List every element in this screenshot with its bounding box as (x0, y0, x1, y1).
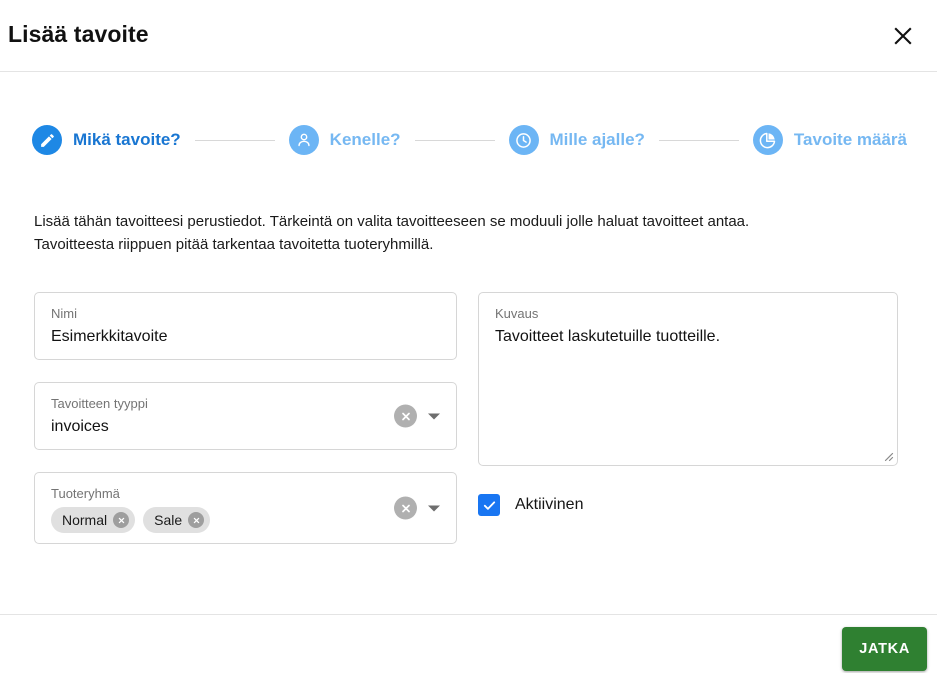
goal-type-actions (394, 404, 442, 428)
goal-type-label: Tavoitteen tyyppi (51, 396, 148, 411)
add-goal-dialog: Lisää tavoite Mikä tavoite? Kenelle? Mil… (0, 0, 937, 673)
page-title: Lisää tavoite (8, 21, 149, 47)
name-input[interactable]: Esimerkkitavoite (51, 325, 440, 349)
name-field-label: Nimi (51, 306, 77, 321)
chevron-down-icon[interactable] (426, 500, 442, 516)
goal-type-field[interactable]: Tavoitteen tyyppi invoices (34, 382, 457, 450)
active-checkbox-row[interactable]: Aktiivinen (478, 494, 583, 516)
goal-type-value[interactable]: invoices (51, 415, 440, 439)
product-group-field[interactable]: Tuoteryhmä Normal Sale (34, 472, 457, 544)
product-group-label: Tuoteryhmä (51, 486, 120, 501)
step-connector-3 (658, 139, 739, 141)
close-button[interactable] (882, 15, 924, 57)
chip-sale[interactable]: Sale (143, 507, 211, 533)
clear-circle-icon[interactable] (394, 496, 417, 520)
person-icon (288, 125, 319, 155)
resize-grip-icon[interactable] (880, 448, 894, 462)
close-icon (892, 25, 914, 47)
dialog-footer: JATKA (0, 614, 937, 673)
description-line-2: Tavoitteesta riippuen pitää tarkentaa ta… (34, 236, 434, 253)
chip-remove-icon[interactable] (113, 512, 130, 528)
description-line-1: Lisää tähän tavoitteesi perustiedot. Tär… (34, 213, 750, 230)
step-label-goal-amount: Tavoite määrä (793, 130, 907, 149)
chip-sale-label: Sale (154, 512, 183, 528)
step-for-when[interactable]: Mille ajalle? (508, 125, 645, 155)
product-group-actions (394, 496, 442, 520)
step-for-whom[interactable]: Kenelle? (288, 125, 401, 155)
checkmark-icon (482, 498, 497, 513)
chip-remove-icon[interactable] (188, 512, 205, 528)
chip-normal-label: Normal (62, 512, 108, 528)
description-field[interactable]: Kuvaus Tavoitteet laskutetuille tuotteil… (478, 292, 898, 466)
stepper: Mikä tavoite? Kenelle? Mille ajalle? Tav… (0, 100, 937, 180)
pencil-icon (32, 125, 62, 155)
clock-icon (508, 125, 539, 155)
step-goal-amount[interactable]: Tavoite määrä (752, 125, 907, 155)
continue-button[interactable]: JATKA (842, 627, 927, 671)
step-what-goal[interactable]: Mikä tavoite? (32, 125, 181, 155)
chip-normal[interactable]: Normal (51, 507, 136, 533)
active-checkbox[interactable] (478, 494, 500, 516)
dialog-header: Lisää tavoite (0, 0, 937, 72)
step-label-for-when: Mille ajalle? (549, 130, 645, 149)
description-textarea[interactable]: Tavoitteet laskutetuille tuotteille. (495, 325, 881, 349)
step-connector-2 (414, 139, 495, 141)
clear-circle-icon[interactable] (394, 404, 417, 428)
step-connector-1 (194, 139, 275, 141)
chevron-down-icon[interactable] (426, 408, 442, 424)
pie-chart-icon (752, 125, 783, 155)
form-column-right: Kuvaus Tavoitteet laskutetuille tuotteil… (478, 292, 898, 516)
name-field[interactable]: Nimi Esimerkkitavoite (34, 292, 457, 360)
description-field-label: Kuvaus (495, 306, 539, 321)
product-group-chips: Normal Sale (51, 507, 440, 533)
active-checkbox-label: Aktiivinen (515, 496, 584, 513)
step-label-what-goal: Mikä tavoite? (73, 130, 181, 149)
step-label-for-whom: Kenelle? (329, 130, 401, 149)
form-column-left: Nimi Esimerkkitavoite Tavoitteen tyyppi … (34, 292, 457, 544)
dialog-description: Lisää tähän tavoitteesi perustiedot. Tär… (34, 210, 864, 256)
